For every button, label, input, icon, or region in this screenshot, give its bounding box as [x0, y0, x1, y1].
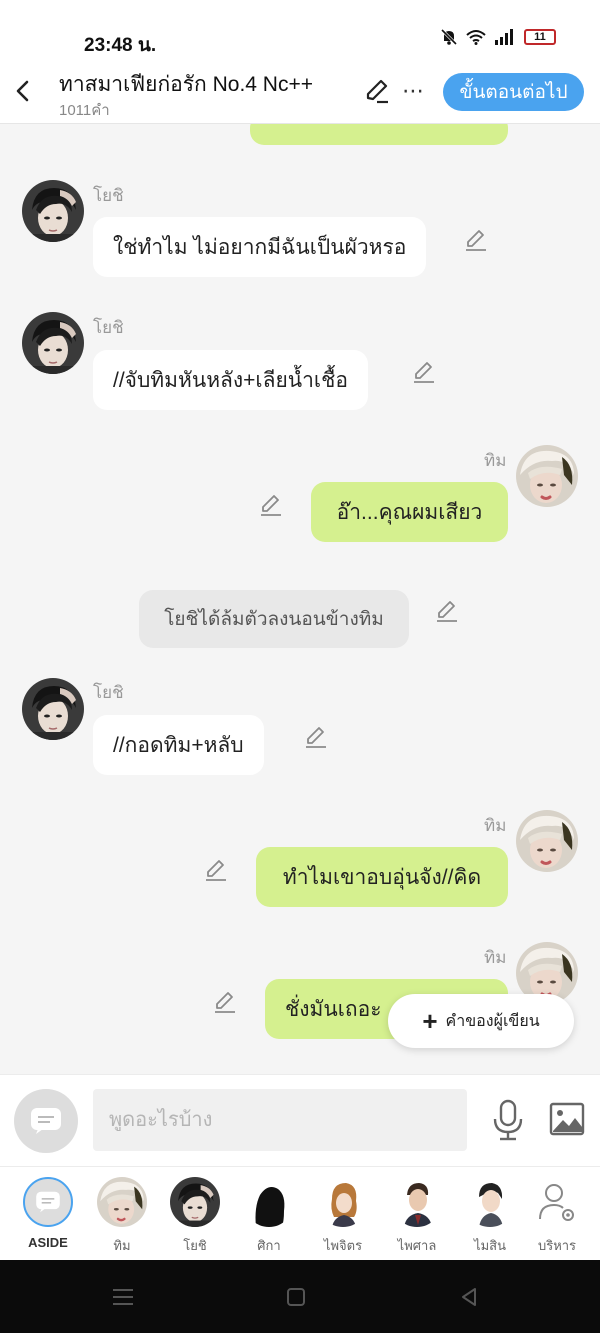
character-label: ทิม: [113, 1238, 131, 1253]
aside-icon: [31, 1108, 61, 1134]
character-maisin[interactable]: ไมสิน: [455, 1177, 525, 1256]
character-paijit[interactable]: ไพจิตร: [308, 1177, 378, 1256]
edit-message-icon[interactable]: [463, 227, 489, 253]
story-title: ทาสมาเฟียก่อรัก No.4 Nc++: [59, 73, 313, 96]
message-text: //กอดทิม+หลับ: [113, 733, 244, 757]
manage-characters[interactable]: บริหาร: [522, 1177, 592, 1256]
character-label: บริหาร: [537, 1238, 577, 1253]
character-tim[interactable]: ทิม: [87, 1177, 157, 1256]
next-step-button[interactable]: ขั้นตอนต่อไป: [443, 73, 584, 111]
message-text: ใช่ทำไม ไม่อยากมีฉันเป็นผัวหรอ: [113, 235, 407, 259]
wifi-icon: [466, 30, 486, 45]
user-settings-icon: [532, 1177, 582, 1227]
edit-icon[interactable]: [363, 77, 391, 105]
header: ทาสมาเฟียก่อรัก No.4 Nc++ 1011คำ ⋯ ขั้นต…: [0, 60, 600, 124]
image-icon[interactable]: [549, 1102, 585, 1136]
battery-level: 11: [534, 31, 546, 43]
bell-off-icon: [440, 28, 458, 46]
aside-icon: [36, 1191, 60, 1213]
edit-message-icon[interactable]: [411, 359, 437, 385]
chat-area[interactable]: โยชิ ใช่ทำไม ไม่อยากมีฉันเป็นผัวหรอ โยชิ…: [0, 124, 600, 1074]
avatar-yoshi: [170, 1177, 220, 1227]
character-sika[interactable]: ศิกา: [234, 1177, 304, 1256]
system-navigation-bar: [0, 1260, 600, 1333]
avatar-yoshi[interactable]: [22, 312, 84, 374]
message-text: อ๊า...คุณผมเสียว: [336, 500, 483, 524]
avatar-paijit: [318, 1177, 368, 1227]
menu-icon[interactable]: [112, 1287, 134, 1307]
signal-icon: [495, 29, 513, 45]
character-label: ศิกา: [257, 1238, 281, 1253]
aside-avatar: [23, 1177, 73, 1227]
status-time: 23:48 น.: [84, 35, 157, 56]
edit-message-icon[interactable]: [434, 598, 460, 624]
message-input[interactable]: [93, 1089, 467, 1151]
edit-message-icon[interactable]: [258, 492, 284, 518]
message-text: ทำไมเขาอบอุ่นจัง//คิด: [282, 865, 482, 889]
character-label: ASIDE: [28, 1235, 68, 1250]
avatar-yoshi[interactable]: [22, 678, 84, 740]
avatar-tim[interactable]: [516, 445, 578, 507]
avatar-tim[interactable]: [516, 810, 578, 872]
home-icon[interactable]: [286, 1287, 306, 1307]
chat-bubble-left[interactable]: ใช่ทำไม ไม่อยากมีฉันเป็นผัวหรอ: [93, 217, 427, 277]
character-yoshi[interactable]: โยชิ: [160, 1177, 230, 1256]
sender-name: ทิม: [484, 816, 507, 835]
character-label: ไพศาล: [397, 1238, 437, 1253]
character-aside[interactable]: ASIDE: [13, 1177, 83, 1250]
silhouette-avatar: [244, 1177, 294, 1227]
input-bar: [0, 1074, 600, 1166]
edit-message-icon[interactable]: [303, 724, 329, 750]
author-note-label: คำของผู้เขียน: [445, 1012, 540, 1030]
sender-name: ทิม: [484, 948, 507, 967]
edit-message-icon[interactable]: [212, 989, 238, 1015]
narration-bubble[interactable]: โยชิได้ล้มตัวลงนอนข้างทิม: [139, 590, 409, 648]
chat-bubble-right[interactable]: [250, 124, 508, 145]
sender-name: โยชิ: [93, 683, 124, 702]
battery-icon: 11: [524, 29, 556, 45]
message-text: ชั่งมันเถอะ: [285, 997, 382, 1021]
chat-bubble-right[interactable]: อ๊า...คุณผมเสียว: [311, 482, 508, 542]
more-options-icon[interactable]: ⋯: [402, 78, 425, 104]
back-icon[interactable]: [12, 76, 34, 106]
chat-bubble-left[interactable]: //จับทิมหันหลัง+เลียน้ำเชื้อ: [93, 350, 368, 410]
character-label: ไมสิน: [474, 1238, 506, 1253]
back-nav-icon[interactable]: [459, 1287, 479, 1307]
character-label: ไพจิตร: [323, 1238, 363, 1253]
status-icons: 11: [440, 28, 556, 46]
chat-bubble-left[interactable]: //กอดทิม+หลับ: [93, 715, 264, 775]
microphone-icon[interactable]: [490, 1099, 526, 1141]
edit-message-icon[interactable]: [203, 857, 229, 883]
author-note-button[interactable]: + คำของผู้เขียน: [388, 994, 574, 1048]
character-bar: ASIDE ทิม โยชิ ศิกา ไพจิตร ไพศาล ไมสิน บ…: [0, 1166, 600, 1260]
aside-mode-button[interactable]: [14, 1089, 78, 1153]
chat-bubble-right[interactable]: ทำไมเขาอบอุ่นจัง//คิด: [256, 847, 508, 907]
sender-name: โยชิ: [93, 186, 124, 205]
sender-name: ทิม: [484, 451, 507, 470]
avatar-yoshi[interactable]: [22, 180, 84, 242]
avatar-maisin: [465, 1177, 515, 1227]
avatar-paisan: [392, 1177, 442, 1227]
sender-name: โยชิ: [93, 318, 124, 337]
message-text: //จับทิมหันหลัง+เลียน้ำเชื้อ: [113, 368, 348, 392]
plus-icon: +: [422, 1006, 438, 1036]
character-label: โยชิ: [183, 1238, 207, 1253]
word-count: 1011คำ: [59, 102, 110, 119]
avatar-tim: [97, 1177, 147, 1227]
narration-text: โยชิได้ล้มตัวลงนอนข้างทิม: [164, 609, 384, 630]
character-paisan[interactable]: ไพศาล: [382, 1177, 452, 1256]
